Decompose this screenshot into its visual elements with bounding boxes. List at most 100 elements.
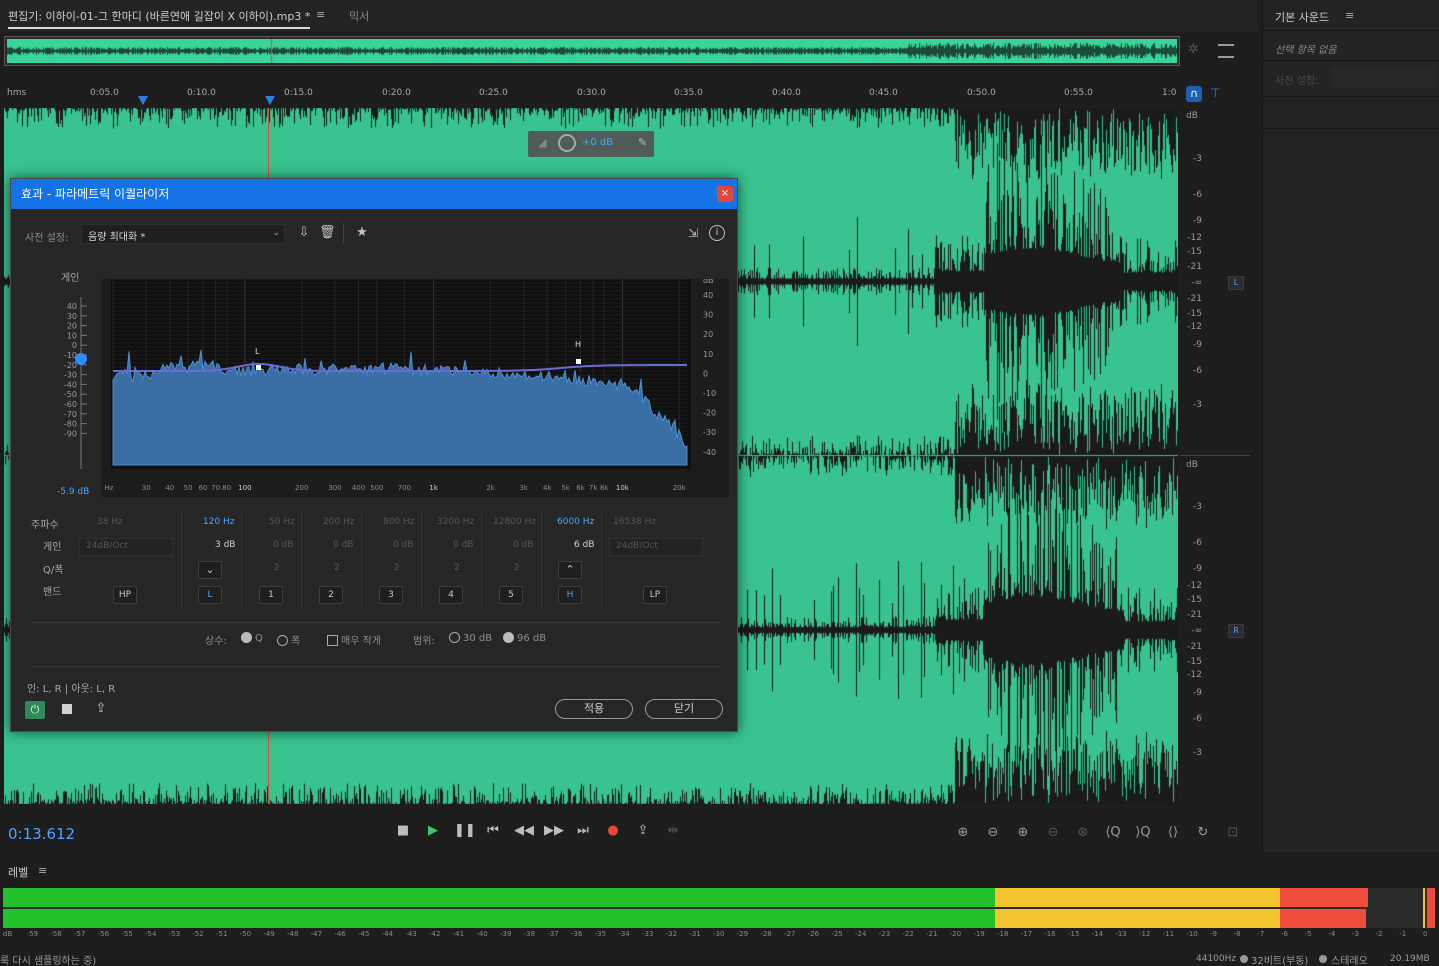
waveform-overview[interactable] — [4, 36, 1180, 66]
channel-right-label[interactable]: R — [1228, 624, 1244, 638]
hud-pin-icon[interactable]: ✎ — [638, 136, 647, 149]
loop-preview-icon[interactable]: ⇪ — [91, 701, 111, 717]
current-time[interactable]: 0:13.612 — [8, 825, 75, 843]
band-1-button[interactable]: 1 — [259, 586, 283, 604]
zoom-in-amplitude-icon[interactable]: ⊕ — [953, 824, 973, 842]
band-4-freq[interactable]: 3200 Hz — [437, 517, 474, 527]
play-icon[interactable]: ▶ — [424, 822, 442, 840]
band-1-freq[interactable]: 50 Hz — [269, 517, 295, 527]
pin-icon[interactable]: ⊤ — [1210, 86, 1222, 102]
stop-preview-icon[interactable] — [62, 704, 72, 714]
range-96-radio[interactable]: 96 dB — [503, 632, 546, 644]
band-h-freq[interactable]: 6000 Hz — [557, 517, 594, 527]
band-5-freq[interactable]: 12800 Hz — [493, 517, 536, 527]
gain-slider-thumb[interactable] — [75, 353, 87, 365]
apply-button[interactable]: 적용 — [555, 699, 633, 719]
zoom-to-selection-icon[interactable]: ✲ — [1188, 42, 1208, 60]
band-lp-freq[interactable]: 16538 Hz — [613, 517, 656, 527]
band-h-button[interactable]: H — [558, 586, 582, 604]
band-5-button[interactable]: 5 — [499, 586, 523, 604]
fast-forward-icon[interactable]: ▶▶ — [544, 822, 564, 840]
eq-handle-low[interactable] — [256, 365, 261, 370]
channel-left-label[interactable]: L — [1228, 276, 1244, 290]
band-3-button[interactable]: 3 — [379, 586, 403, 604]
preset-select[interactable]: 음량 최대화 * ⌄ — [81, 224, 285, 244]
zoom-out-amplitude-icon[interactable]: ⊖ — [983, 824, 1003, 842]
range-30-radio[interactable]: 30 dB — [449, 632, 492, 644]
skip-back-icon[interactable]: ⏮ — [484, 822, 502, 840]
band-3-q[interactable]: 2 — [394, 563, 400, 573]
record-icon[interactable]: ● — [604, 822, 622, 840]
low-shelf-icon[interactable]: ⌄ — [198, 561, 222, 579]
db-scale-label: 0 — [703, 369, 708, 378]
list-view-icon[interactable] — [1218, 44, 1234, 58]
zoom-reset-icon[interactable]: ↻ — [1193, 824, 1213, 842]
constant-width-radio[interactable]: 폭 — [277, 632, 300, 647]
zoom-out-time-icon[interactable]: ⊖ — [1043, 824, 1063, 842]
volume-knob-icon[interactable] — [558, 134, 576, 152]
frequency-tick-label: 8k — [600, 484, 609, 492]
band-4-gain[interactable]: 0 dB — [453, 540, 473, 550]
panel-menu-icon[interactable]: ≡ — [1345, 9, 1354, 22]
band-2-q[interactable]: 2 — [334, 563, 340, 573]
band-4-button[interactable]: 4 — [439, 586, 463, 604]
power-toggle-icon[interactable]: ⏻ — [25, 701, 45, 719]
loop-icon[interactable]: ⇪ — [634, 822, 652, 840]
level-menu-icon[interactable]: ≡ — [38, 864, 47, 877]
ultra-quiet-checkbox[interactable]: 매우 작게 — [327, 632, 381, 647]
eq-handle-high[interactable] — [576, 359, 581, 364]
band-3-freq[interactable]: 800 Hz — [383, 517, 415, 527]
band-hp-freq[interactable]: 38 Hz — [97, 517, 123, 527]
band-l-gain[interactable]: 3 dB — [215, 540, 235, 550]
band-lp-button[interactable]: LP — [643, 586, 667, 604]
zoom-out-point-icon[interactable]: ⟩Q — [1133, 824, 1153, 842]
routing-icon[interactable]: ⇲ — [685, 225, 701, 241]
band-5-q[interactable]: 2 — [514, 563, 520, 573]
band-4-q[interactable]: 2 — [454, 563, 460, 573]
band-l-freq[interactable]: 120 Hz — [203, 517, 235, 527]
eq-graph[interactable]: 403020100-10-20-30-40-50-60-70-80-90 dB4… — [21, 279, 741, 501]
tab-editor[interactable]: 편집기: 이하이-01-그 한마디 (바른연애 길잡이 X 이하이).mp3 * — [8, 8, 311, 29]
tab-menu-icon[interactable]: ≡ — [316, 8, 325, 21]
band-hp-button[interactable]: HP — [113, 586, 137, 604]
info-icon[interactable]: i — [709, 225, 725, 241]
dialog-title[interactable]: 효과 - 파라메트릭 이퀄라이저 — [11, 179, 737, 209]
band-2-button[interactable]: 2 — [319, 586, 343, 604]
clip-indicator[interactable] — [1427, 888, 1435, 928]
delete-preset-icon[interactable]: 🗑 — [319, 225, 336, 241]
band-h-gain[interactable]: 6 dB — [574, 540, 594, 550]
preset-dropdown[interactable] — [1331, 67, 1435, 87]
favorite-star-icon[interactable]: ★ — [353, 225, 371, 241]
playhead-marker-icon[interactable] — [265, 96, 275, 105]
stop-icon[interactable]: ■ — [394, 822, 412, 840]
zoom-selection-icon[interactable]: ⟨⟩ — [1163, 824, 1183, 842]
skip-forward-icon[interactable]: ⏭ — [574, 822, 592, 840]
time-ruler[interactable]: hms 0:05.0 0:10.0 0:15.0 0:20.0 0:25.0 0… — [4, 84, 1180, 108]
band-3-gain[interactable]: 0 dB — [393, 540, 413, 550]
snap-icon[interactable]: ∩ — [1186, 86, 1202, 102]
band-l-button[interactable]: L — [198, 586, 222, 604]
skip-selection-icon[interactable]: ⇹ — [664, 822, 682, 840]
marker-icon[interactable] — [138, 96, 148, 105]
zoom-full-icon[interactable]: ⊡ — [1223, 824, 1243, 842]
save-preset-icon[interactable]: ⇩ — [295, 225, 313, 241]
band-1-gain[interactable]: 0 dB — [273, 540, 293, 550]
high-shelf-icon[interactable]: ⌃ — [558, 561, 582, 579]
dialog-close-icon[interactable]: × — [717, 186, 733, 202]
pause-icon[interactable]: ❚❚ — [454, 822, 476, 840]
volume-hud[interactable]: ◢ +0 dB ✎ — [528, 131, 654, 157]
rewind-icon[interactable]: ◀◀ — [514, 822, 534, 840]
band-lp-slope-select[interactable]: 24dB/Oct — [609, 538, 703, 556]
zoom-out-full-icon[interactable]: ⊗ — [1073, 824, 1093, 842]
band-5-gain[interactable]: 0 dB — [513, 540, 533, 550]
band-2-gain[interactable]: 0 dB — [333, 540, 353, 550]
zoom-in-point-icon[interactable]: ⟨Q — [1103, 824, 1123, 842]
band-1-q[interactable]: 2 — [274, 563, 280, 573]
close-button[interactable]: 닫기 — [645, 699, 723, 719]
constant-q-radio[interactable]: Q — [241, 632, 263, 644]
zoom-in-time-icon[interactable]: ⊕ — [1013, 824, 1033, 842]
frequency-tick-label: 80 — [222, 484, 231, 492]
band-2-freq[interactable]: 200 Hz — [323, 517, 355, 527]
tab-mixer[interactable]: 믹서 — [349, 8, 369, 24]
band-hp-slope-select[interactable]: 24dB/Oct — [79, 538, 173, 556]
